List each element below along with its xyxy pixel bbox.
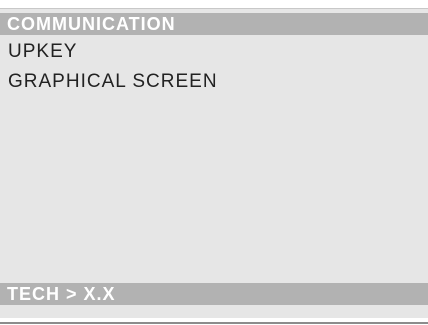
- screen-title: COMMUNICATION: [7, 14, 176, 34]
- footer-bar: TECH > X.X: [0, 283, 428, 305]
- breadcrumb-path: TECH > X.X: [7, 284, 116, 304]
- display-screen: COMMUNICATION UPKEY GRAPHICAL SCREEN TEC…: [0, 8, 428, 318]
- menu-item-upkey[interactable]: UPKEY: [8, 41, 77, 63]
- menu-item-graphical-screen[interactable]: GRAPHICAL SCREEN: [8, 71, 218, 93]
- header-bar: COMMUNICATION: [0, 13, 428, 35]
- screen-bottom-divider: [0, 322, 428, 324]
